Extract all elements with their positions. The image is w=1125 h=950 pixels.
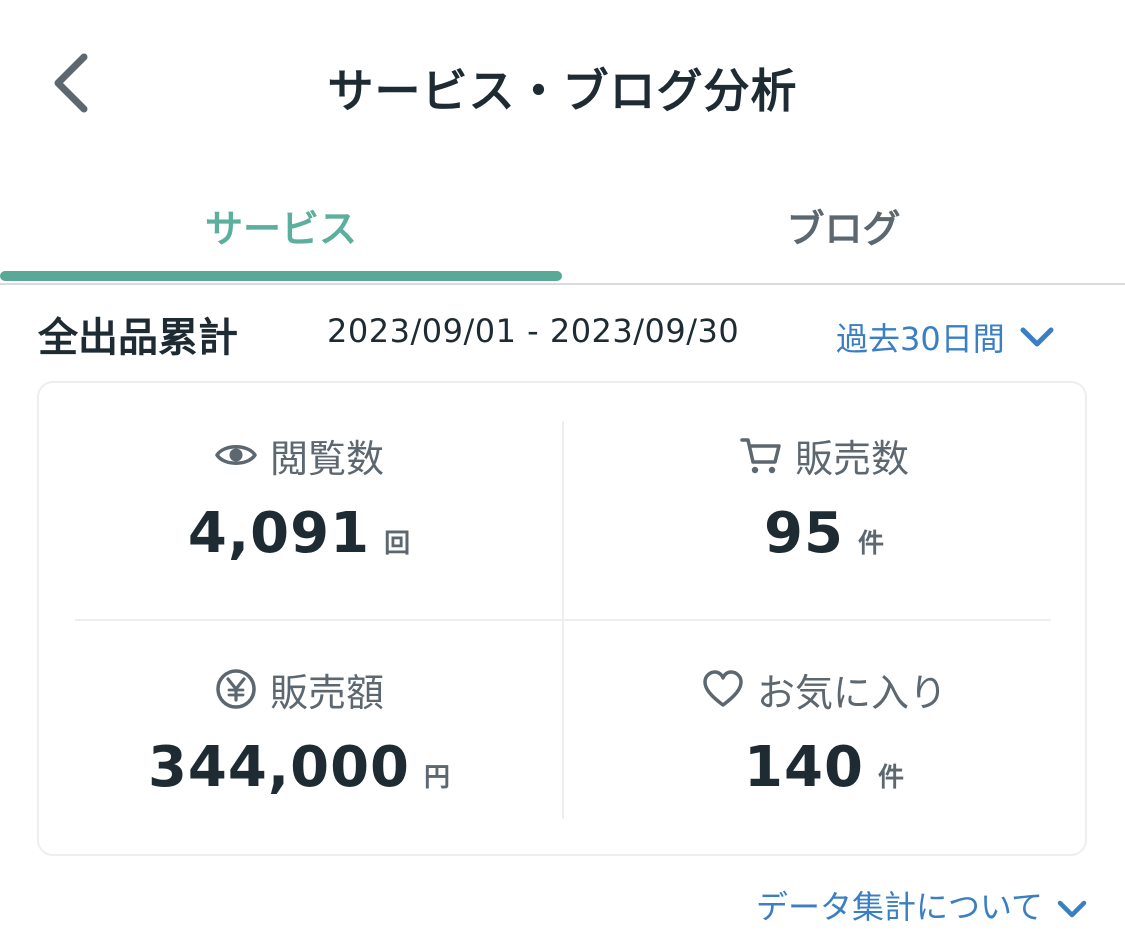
summary-title: 全出品累計 xyxy=(38,315,238,361)
data-aggregation-info-link[interactable]: データ集計について xyxy=(756,880,1089,930)
stat-label-views: 閲覧数 xyxy=(269,436,384,481)
stat-label-sales: 販売数 xyxy=(794,436,909,481)
date-range: 2023/09/01 - 2023/09/30 xyxy=(327,312,740,350)
stat-amount: 販売額 344,000 円 xyxy=(39,659,559,859)
stat-unit-sales: 件 xyxy=(857,529,884,559)
stat-label-amount: 販売額 xyxy=(269,670,384,715)
stat-value-amount: 344,000 xyxy=(147,735,411,800)
page-title: サービス・ブログ分析 xyxy=(327,64,798,118)
stat-value-sales: 95 xyxy=(764,501,844,566)
stat-views: 閲覧数 4,091 回 xyxy=(39,425,559,625)
heart-icon xyxy=(701,667,745,711)
period-dropdown[interactable]: 過去30日間 xyxy=(836,313,1057,361)
tab-bar: サービス ブログ xyxy=(0,175,1125,287)
tab-blog[interactable]: ブログ xyxy=(562,175,1125,275)
period-label: 過去30日間 xyxy=(836,320,1005,358)
stat-unit-favorites: 件 xyxy=(877,763,904,793)
stat-value-favorites: 140 xyxy=(744,735,864,800)
stat-sales: 販売数 95 件 xyxy=(564,425,1084,625)
stat-value-views: 4,091 xyxy=(187,501,371,566)
eye-icon xyxy=(214,433,258,477)
yen-icon xyxy=(214,667,258,711)
stat-label-favorites: お気に入り xyxy=(756,670,947,715)
stat-favorites: お気に入り 140 件 xyxy=(564,659,1084,859)
cart-icon xyxy=(739,433,783,477)
tab-service[interactable]: サービス xyxy=(0,175,562,275)
chevron-down-icon xyxy=(1055,892,1089,918)
tab-divider xyxy=(0,283,1125,285)
app-header: サービス・ブログ分析 xyxy=(0,0,1125,175)
stats-card: 閲覧数 4,091 回 販売数 95 件 販売額 344,000 円 お気に入り… xyxy=(37,381,1087,856)
stat-unit-views: 回 xyxy=(384,529,411,559)
data-note-label: データ集計について xyxy=(755,888,1043,926)
chevron-down-icon xyxy=(1017,322,1057,352)
active-tab-indicator xyxy=(0,271,562,281)
stat-unit-amount: 円 xyxy=(424,763,451,793)
